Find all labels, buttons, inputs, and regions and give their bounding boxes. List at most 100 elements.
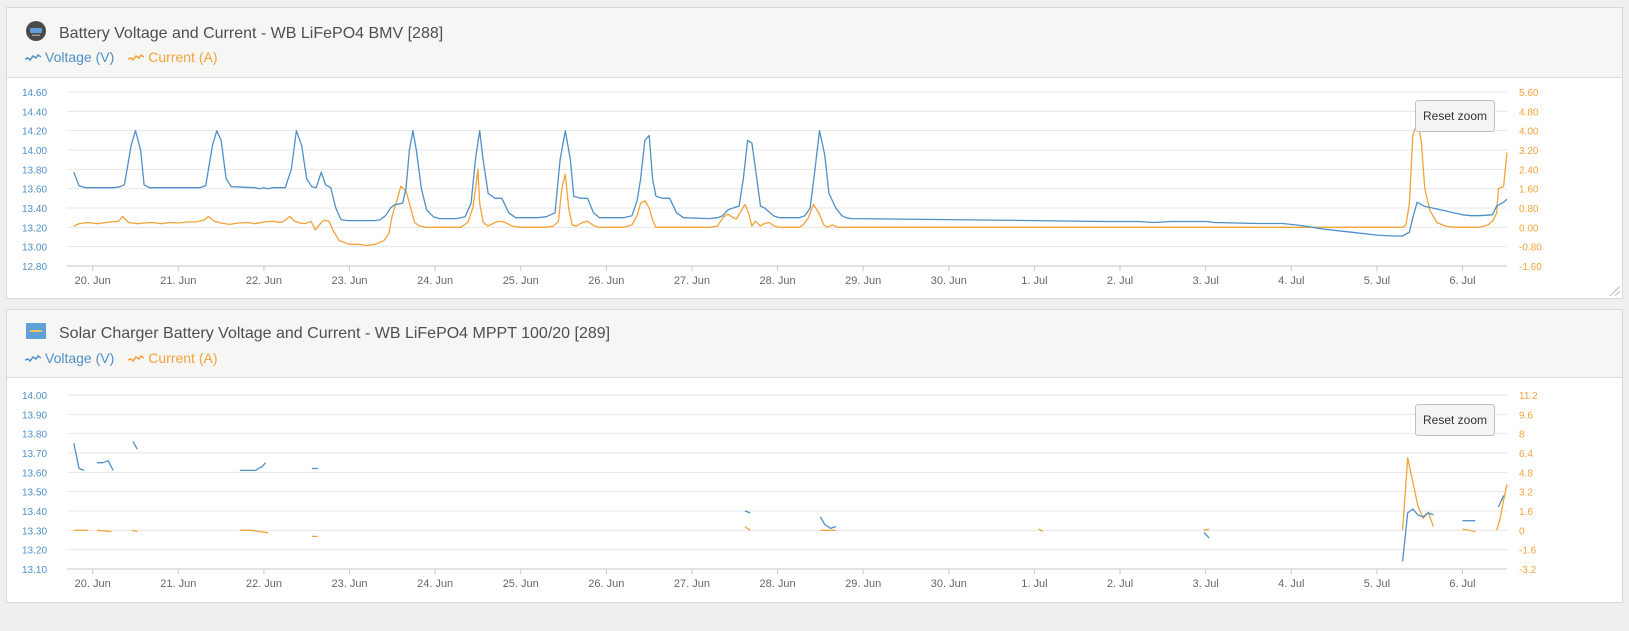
voltage-series-line (1401, 508, 1434, 562)
y-left-tick-label: 14.60 (22, 88, 47, 99)
legend-item-current[interactable]: Current (A) (128, 49, 218, 65)
chart-panel-solar: Solar Charger Battery Voltage and Curren… (6, 309, 1623, 603)
reset-zoom-button[interactable]: Reset zoom (1415, 404, 1495, 436)
y-left-tick-label: 13.10 (22, 565, 47, 576)
y-left-tick-label: 13.20 (22, 546, 47, 557)
y-left-tick-label: 13.60 (22, 468, 47, 479)
y-left-tick-label: 13.60 (22, 185, 47, 196)
solar-voltage-current-chart[interactable]: 13.10 13.20 13.30 13.40 13.50 13.60 13.70 13.80… (7, 378, 1622, 602)
x-tick-label: 3. Jul (1192, 578, 1218, 590)
x-tick-label: 21. Jun (160, 275, 196, 287)
panel-header: Battery Voltage and Current - WB LiFePO4… (7, 8, 1622, 78)
y-left-tick-label: 13.30 (22, 526, 47, 537)
y-right-tick-label: -0.80 (1519, 243, 1542, 254)
y-right-tick-label: 0 (1519, 526, 1525, 537)
x-tick-label: 26. Jun (588, 275, 624, 287)
legend-voltage-label: Voltage (V) (45, 350, 115, 366)
legend-item-current[interactable]: Current (A) (128, 350, 218, 366)
x-tick-label: 28. Jun (760, 275, 796, 287)
x-tick-label: 25. Jun (503, 578, 539, 590)
y-right-tick-label: 4.8 (1519, 468, 1533, 479)
voltage-series-line (73, 443, 85, 472)
y-right-tick-label: 1.60 (1519, 185, 1539, 196)
y-right-tick-label: 11.2 (1519, 391, 1538, 402)
y-left-tick-label: 13.20 (22, 223, 47, 234)
y-right-tick-label: 9.6 (1519, 410, 1533, 421)
y-left-tick-label: 13.90 (22, 410, 47, 421)
x-tick-label: 1. Jul (1021, 275, 1047, 287)
chart-legend: Voltage (V) Current (A) (25, 350, 232, 366)
y-right-tick-label: 2.40 (1519, 165, 1539, 176)
x-tick-label: 5. Jul (1364, 275, 1390, 287)
legend-current-marker-icon (128, 53, 145, 62)
battery-voltage-current-chart[interactable]: 12.80 13.00 13.20 13.40 13.60 13.80 14.00 14.20… (7, 78, 1622, 298)
x-tick-label: 4. Jul (1278, 578, 1304, 590)
x-tick-label: 27. Jun (674, 578, 710, 590)
legend-current-label: Current (A) (148, 49, 218, 65)
legend-current-label: Current (A) (148, 350, 218, 366)
resize-grip-icon[interactable] (1610, 286, 1620, 296)
x-tick-label: 24. Jun (417, 275, 453, 287)
y-left-tick-label: 13.80 (22, 165, 47, 176)
y-right-tick-label: -1.60 (1519, 262, 1542, 273)
y-right-tick-label: 4.80 (1519, 107, 1539, 118)
x-tick-label: 27. Jun (674, 275, 710, 287)
x-tick-label: 22. Jun (246, 578, 282, 590)
voltage-series-line (73, 130, 1508, 237)
x-tick-label: 24. Jun (417, 578, 453, 590)
legend-voltage-marker-icon (25, 53, 41, 62)
current-series-line (744, 526, 751, 531)
x-tick-label: 20. Jun (75, 578, 111, 590)
voltage-series-line (1203, 531, 1210, 539)
chart-panel-battery: Battery Voltage and Current - WB LiFePO4… (6, 7, 1623, 299)
x-tick-label: 2. Jul (1107, 578, 1133, 590)
x-tick-label: 25. Jun (503, 275, 539, 287)
x-tick-label: 6. Jul (1449, 275, 1475, 287)
y-left-tick-label: 14.40 (22, 107, 47, 118)
bmv-device-icon (25, 20, 47, 47)
legend-voltage-label: Voltage (V) (45, 49, 115, 65)
y-right-tick-label: 3.20 (1519, 146, 1539, 157)
voltage-series-line (132, 441, 138, 450)
x-tick-label: 2. Jul (1107, 275, 1133, 287)
x-tick-label: 30. Jun (931, 578, 967, 590)
y-right-tick-label: -1.6 (1519, 546, 1537, 557)
chart-title: Battery Voltage and Current - WB LiFePO4… (59, 24, 444, 42)
x-tick-label: 6. Jul (1449, 578, 1475, 590)
x-tick-label: 23. Jun (331, 578, 367, 590)
y-right-tick-label: 4.00 (1519, 127, 1539, 138)
panel-header: Solar Charger Battery Voltage and Curren… (7, 310, 1622, 378)
x-tick-label: 21. Jun (160, 578, 196, 590)
mppt-device-icon (25, 322, 47, 345)
x-tick-label: 3. Jul (1192, 275, 1218, 287)
y-left-tick-label: 12.80 (22, 262, 47, 273)
x-tick-label: 4. Jul (1278, 275, 1304, 287)
x-tick-label: 29. Jun (845, 578, 881, 590)
y-right-tick-label: 6.4 (1519, 449, 1533, 460)
y-right-tick-label: 3.2 (1519, 488, 1533, 499)
chart-title: Solar Charger Battery Voltage and Curren… (59, 324, 611, 342)
legend-current-marker-icon (128, 354, 145, 363)
y-left-tick-label: 13.40 (22, 507, 47, 518)
y-left-tick-label: 13.70 (22, 449, 47, 460)
x-tick-label: 23. Jun (331, 275, 367, 287)
legend-item-voltage[interactable]: Voltage (V) (25, 49, 114, 65)
x-tick-label: 26. Jun (588, 578, 624, 590)
y-right-tick-label: 1.6 (1519, 507, 1533, 518)
legend-voltage-marker-icon (25, 354, 41, 363)
y-right-tick-label: -3.2 (1519, 565, 1537, 576)
x-tick-label: 1. Jul (1021, 578, 1047, 590)
voltage-series-line (239, 462, 267, 472)
legend-item-voltage[interactable]: Voltage (V) (25, 350, 114, 366)
y-left-tick-label: 14.00 (22, 391, 47, 402)
voltage-series-line (97, 460, 114, 471)
y-left-tick-label: 13.40 (22, 204, 47, 215)
x-tick-label: 20. Jun (75, 275, 111, 287)
voltage-series-line (819, 516, 837, 530)
y-left-tick-label: 13.50 (22, 488, 47, 499)
y-left-tick-label: 14.20 (22, 127, 47, 138)
x-tick-label: 22. Jun (246, 275, 282, 287)
y-left-tick-label: 14.00 (22, 146, 47, 157)
reset-zoom-button[interactable]: Reset zoom (1415, 100, 1495, 132)
x-tick-label: 28. Jun (760, 578, 796, 590)
